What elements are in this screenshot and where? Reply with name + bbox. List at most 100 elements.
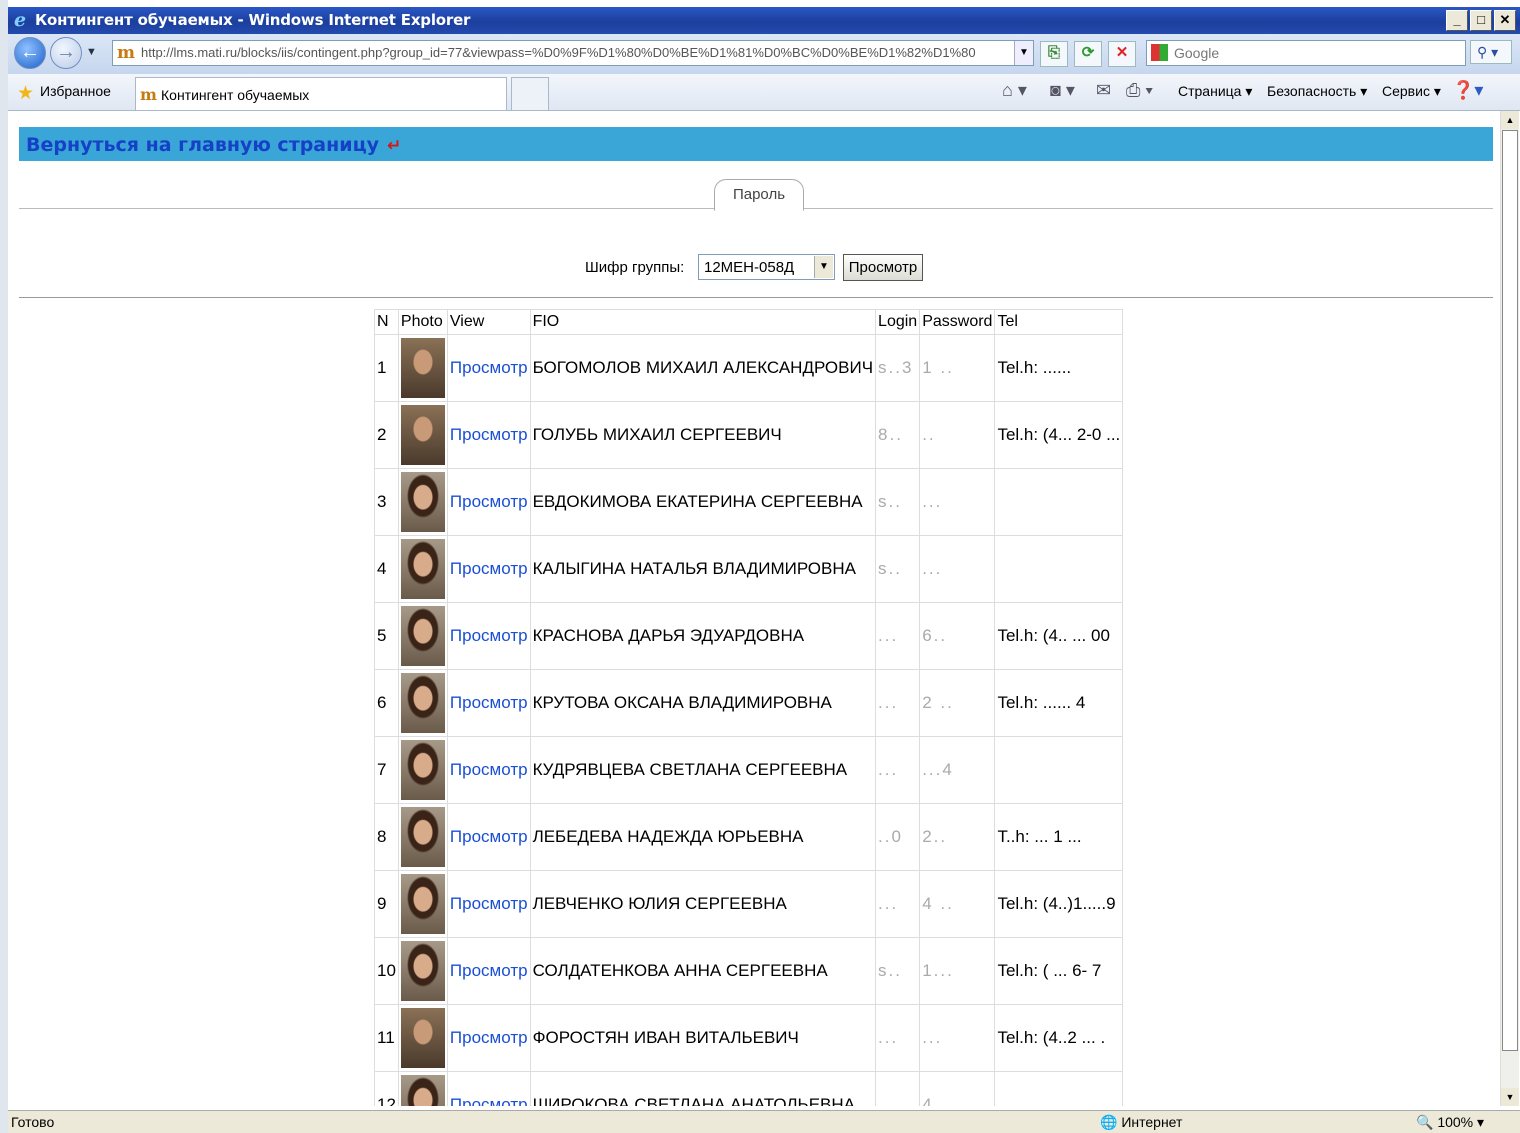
search-input[interactable]: Google <box>1174 45 1219 61</box>
address-url[interactable]: http://lms.mati.ru/blocks/iis/contingent… <box>141 45 1011 60</box>
view-link[interactable]: Просмотр <box>446 334 531 402</box>
compatibility-icon[interactable]: ⎘ <box>1040 41 1068 67</box>
view-link[interactable]: Просмотр <box>446 602 531 670</box>
student-name: ЛЕВЧЕНКО ЮЛИЯ СЕРГЕЕВНА <box>529 870 877 938</box>
login-value: ... <box>875 669 921 737</box>
scroll-down-icon[interactable]: ▼ <box>1501 1088 1519 1106</box>
student-name: СОЛДАТЕНКОВА АННА СЕРГЕЕВНА <box>529 937 877 1005</box>
view-link[interactable]: Просмотр <box>446 468 531 536</box>
view-link[interactable]: Просмотр <box>446 736 531 804</box>
photo-cell <box>397 1004 448 1072</box>
back-button[interactable]: ← <box>14 37 46 69</box>
table-row: 9 Просмотр ЛЕВЧЕНКО ЮЛИЯ СЕРГЕЕВНА... 4 .. T… <box>374 870 1124 938</box>
forward-button[interactable]: → <box>50 37 82 69</box>
divider <box>19 297 1493 298</box>
window-title: Контингент обучаемых - Windows Internet … <box>35 11 471 29</box>
row-number: 5 <box>374 602 399 670</box>
view-link[interactable]: Просмотр <box>446 803 531 871</box>
tel-value <box>994 736 1124 804</box>
zoom-level[interactable]: 🔍 100% ▾ <box>1416 1114 1484 1131</box>
favorites-button[interactable]: Избранное <box>40 83 111 99</box>
photo-cell <box>397 937 448 1005</box>
row-number: 3 <box>374 468 399 536</box>
photo-cell <box>397 669 448 737</box>
student-photo <box>400 807 445 867</box>
login-value: s.. <box>875 535 921 603</box>
tab-contingent[interactable]: m Контингент обучаемых <box>135 77 507 110</box>
site-favicon-icon: m <box>117 43 135 63</box>
student-name: КАЛЫГИНА НАТАЛЬЯ ВЛАДИМИРОВНА <box>529 535 877 603</box>
view-link[interactable]: Просмотр <box>446 535 531 603</box>
minimize-button[interactable]: _ <box>1446 10 1468 31</box>
row-number: 1 <box>374 334 399 402</box>
tel-value <box>994 468 1124 536</box>
vertical-scrollbar[interactable]: ▲ ▼ <box>1500 111 1519 1106</box>
login-value: s..3 <box>875 334 921 402</box>
chevron-down-icon[interactable]: ▼ <box>814 256 833 278</box>
student-name: КРУТОВА ОКСАНА ВЛАДИМИРОВНА <box>529 669 877 737</box>
tel-value: Tel.h: ...... <box>994 334 1124 402</box>
view-group-button[interactable]: Просмотр <box>843 254 923 281</box>
column-header: FIO <box>529 309 877 335</box>
command-bar: ★ Избранное m Контингент обучаемых ⌂ ▾ ◙… <box>8 74 1520 111</box>
back-to-main-link[interactable]: Вернуться на главную страницу ↵ <box>26 134 401 156</box>
row-number: 2 <box>374 401 399 469</box>
student-photo <box>400 740 445 800</box>
stop-button[interactable]: ✕ <box>1108 41 1136 67</box>
login-value: s.. <box>875 468 921 536</box>
view-link[interactable]: Просмотр <box>446 1004 531 1072</box>
close-button[interactable]: ✕ <box>1494 10 1516 31</box>
row-number: 11 <box>374 1004 399 1072</box>
mail-icon[interactable]: ✉ <box>1096 80 1111 101</box>
column-header: Photo <box>397 309 448 335</box>
tools-menu[interactable]: Сервис ▾ <box>1382 83 1441 100</box>
print-icon[interactable]: ⎙ ▾ <box>1126 80 1153 101</box>
refresh-button[interactable]: ⟳ <box>1074 41 1102 67</box>
photo-cell <box>397 736 448 804</box>
view-link[interactable]: Просмотр <box>446 669 531 737</box>
favorites-star-icon[interactable]: ★ <box>17 82 34 105</box>
view-link[interactable]: Просмотр <box>446 401 531 469</box>
history-dropdown-icon[interactable]: ▼ <box>86 46 97 58</box>
group-select[interactable]: 12МЕН-058Д ▼ <box>698 254 835 280</box>
new-tab-button[interactable] <box>511 77 549 111</box>
search-box[interactable]: Google <box>1146 40 1466 66</box>
student-photo <box>400 539 445 599</box>
tab-password[interactable]: Пароль <box>714 179 804 211</box>
row-number: 12 <box>374 1071 399 1106</box>
table-header-row: N Photo View FIO Login Password Tel <box>374 309 1124 335</box>
help-icon[interactable]: ❓▾ <box>1452 80 1483 101</box>
tel-value: Tel.h: (4.. ... 00 <box>994 602 1124 670</box>
ie-logo-icon: e <box>14 9 27 31</box>
student-name: КУДРЯВЦЕВА СВЕТЛАНА СЕРГЕЕВНА <box>529 736 877 804</box>
password-value: ...4 <box>919 736 996 804</box>
row-number: 9 <box>374 870 399 938</box>
header-banner: Вернуться на главную страницу ↵ <box>19 127 1493 161</box>
view-link[interactable]: Просмотр <box>446 870 531 938</box>
column-header: Tel <box>994 309 1124 335</box>
tel-value: Tel.h: ...... 4 <box>994 669 1124 737</box>
student-photo <box>400 338 445 398</box>
login-value: ..0 <box>875 803 921 871</box>
scroll-thumb[interactable] <box>1502 130 1518 1051</box>
group-label: Шифр группы: <box>585 259 685 276</box>
password-value: ... <box>919 468 996 536</box>
safety-menu[interactable]: Безопасность ▾ <box>1267 83 1367 100</box>
view-link[interactable]: Просмотр <box>446 937 531 1005</box>
password-value: 2 .. <box>919 669 996 737</box>
scroll-up-icon[interactable]: ▲ <box>1501 111 1519 129</box>
home-icon[interactable]: ⌂ ▾ <box>1002 80 1027 101</box>
search-button[interactable]: ⚲ ▾ <box>1470 40 1512 64</box>
address-dropdown-icon[interactable]: ▼ <box>1014 41 1033 65</box>
page-menu[interactable]: Страница ▾ <box>1178 83 1252 100</box>
maximize-button[interactable]: □ <box>1470 10 1492 31</box>
contingent-table: N Photo View FIO Login Password Tel 1 Просмотр БО… <box>374 309 1124 1106</box>
student-name: БОГОМОЛОВ МИХАИЛ АЛЕКСАНДРОВИЧ <box>529 334 877 402</box>
view-link[interactable]: Просмотр <box>446 1071 531 1106</box>
address-bar[interactable]: m http://lms.mati.ru/blocks/iis/continge… <box>112 40 1034 66</box>
table-row: 7 Просмотр КУДРЯВЦЕВА СВЕТЛАНА СЕРГЕЕВНА..… <box>374 736 1124 804</box>
tel-value: Tel.h: (4..2 ... . <box>994 1004 1124 1072</box>
photo-cell <box>397 334 448 402</box>
feeds-icon[interactable]: ◙ ▾ <box>1050 80 1075 101</box>
table-row: 11 Просмотр ФОРОСТЯН ИВАН ВИТАЛЬЕВИЧ......… <box>374 1004 1124 1072</box>
